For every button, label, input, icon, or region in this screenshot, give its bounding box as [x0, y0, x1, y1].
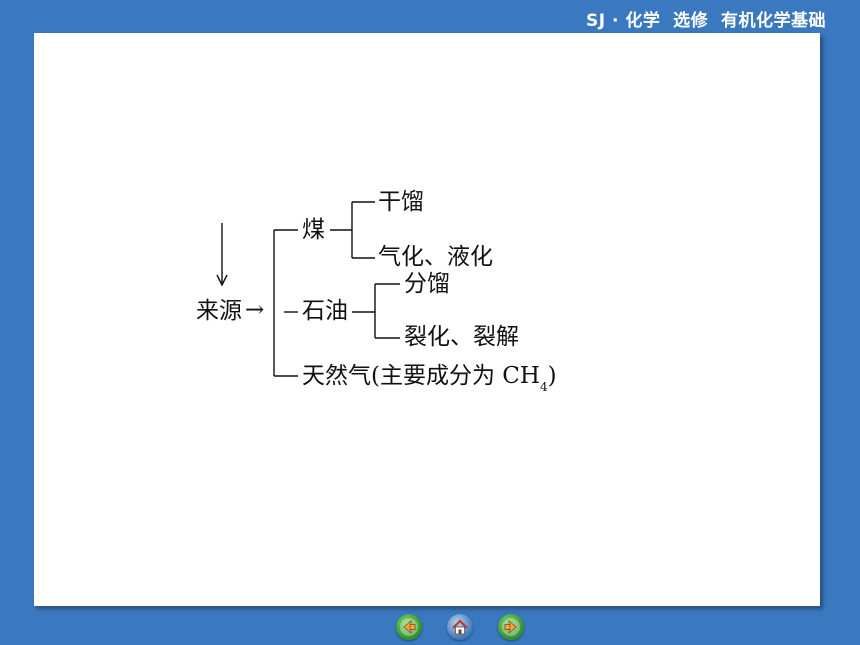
natural-gas-text: 天然气(主要成分为 CH [302, 363, 540, 389]
coal-child-gasification: 气化、液化 [378, 244, 493, 270]
coal-label: 煤 [302, 217, 325, 243]
next-slide-button[interactable] [498, 614, 524, 640]
natural-gas-subscript: 4 [539, 380, 548, 394]
back-arrow-icon [400, 618, 418, 636]
home-icon [452, 619, 468, 635]
coal-child-dry-distillation: 干馏 [378, 189, 424, 215]
petroleum-label: 石油 [302, 298, 348, 324]
prev-slide-button[interactable] [396, 614, 422, 640]
natural-gas-close: ) [547, 363, 557, 389]
slide-content: 来源 → 煤 干馏 气化、液化 石油 分馏 裂化、裂解 天然气(主要成分为 CH… [34, 33, 820, 606]
petroleum-child-fractionation: 分馏 [404, 271, 450, 297]
forward-arrow-icon [502, 618, 520, 636]
tree-connector-lines [216, 201, 400, 377]
root-label: 来源 [196, 298, 242, 324]
home-button[interactable] [447, 614, 473, 640]
petroleum-child-cracking: 裂化、裂解 [404, 324, 519, 350]
root-arrow: → [245, 297, 265, 323]
natural-gas-label: 天然气(主要成分为 CH4) [302, 363, 557, 394]
header-title: SJ · 化学 选修 有机化学基础 [585, 11, 826, 31]
